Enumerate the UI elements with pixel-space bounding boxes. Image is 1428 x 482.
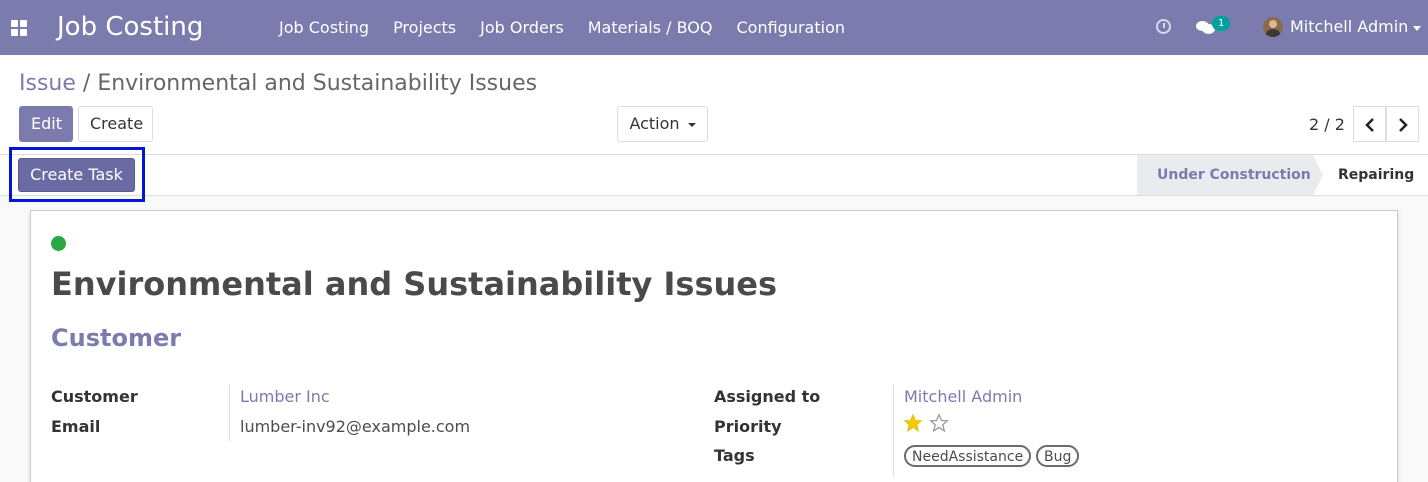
user-avatar[interactable] [1263, 17, 1283, 37]
kanban-state-indicator[interactable] [51, 236, 66, 251]
apps-menu-icon[interactable] [11, 20, 27, 36]
assigned-to-value[interactable]: Mitchell Admin [904, 387, 1022, 406]
chevron-left-icon [1365, 118, 1374, 132]
action-dropdown[interactable]: Action [617, 106, 708, 142]
priority-star-filled-icon[interactable] [903, 413, 923, 433]
caret-down-icon [687, 122, 696, 127]
priority-star-empty-icon[interactable] [929, 413, 949, 433]
menu-item-projects[interactable]: Projects [381, 0, 468, 55]
record-title: Environmental and Sustainability Issues [51, 265, 778, 303]
messages-badge: 1 [1212, 16, 1231, 31]
menu-item-materials-boq[interactable]: Materials / BOQ [576, 0, 725, 55]
field-divider [893, 385, 894, 477]
create-button[interactable]: Create [78, 106, 153, 142]
breadcrumb-parent[interactable]: Issue [19, 71, 76, 96]
menu-item-configuration[interactable]: Configuration [724, 0, 857, 55]
form-sheet: Environmental and Sustainability Issues … [30, 210, 1398, 482]
tag-need-assistance[interactable]: NeedAssistance [904, 445, 1032, 467]
menu-item-job-costing[interactable]: Job Costing [267, 0, 381, 55]
pager-previous-button[interactable] [1353, 106, 1386, 142]
group-title: Customer [51, 324, 182, 352]
pager-next-button[interactable] [1386, 106, 1419, 142]
main-menu: Job Costing Projects Job Orders Material… [267, 0, 857, 55]
email-label: Email [51, 417, 101, 436]
email-value[interactable]: lumber-inv92@example.com [240, 417, 470, 436]
control-panel: Issue / Environmental and Sustainability… [0, 55, 1428, 155]
breadcrumb: Issue / Environmental and Sustainability… [19, 71, 537, 96]
assigned-to-label: Assigned to [714, 387, 821, 406]
action-label: Action [629, 114, 680, 133]
field-divider [229, 385, 230, 441]
create-task-button[interactable]: Create Task [18, 158, 135, 192]
user-menu-caret-icon[interactable] [1413, 26, 1421, 31]
customer-label: Customer [51, 387, 138, 406]
pager-value[interactable]: 2 / 2 [1309, 115, 1345, 134]
activity-clock-icon[interactable] [1156, 19, 1171, 34]
stage-under-construction[interactable]: Under Construction [1137, 155, 1314, 195]
customer-value[interactable]: Lumber Inc [240, 387, 330, 406]
menu-item-job-orders[interactable]: Job Orders [468, 0, 576, 55]
breadcrumb-separator: / [82, 71, 91, 96]
stage-arrow [1313, 155, 1323, 195]
top-navbar: Job Costing Job Costing Projects Job Ord… [0, 0, 1428, 55]
user-menu-name[interactable]: Mitchell Admin [1290, 17, 1408, 36]
tags-label: Tags [714, 446, 755, 465]
app-title: Job Costing [57, 12, 204, 42]
chevron-right-icon [1399, 118, 1408, 132]
tag-bug[interactable]: Bug [1036, 445, 1080, 467]
stage-repairing[interactable]: Repairing [1338, 155, 1414, 195]
priority-label: Priority [714, 417, 782, 436]
edit-button[interactable]: Edit [19, 106, 73, 142]
breadcrumb-current: Environmental and Sustainability Issues [97, 71, 538, 96]
